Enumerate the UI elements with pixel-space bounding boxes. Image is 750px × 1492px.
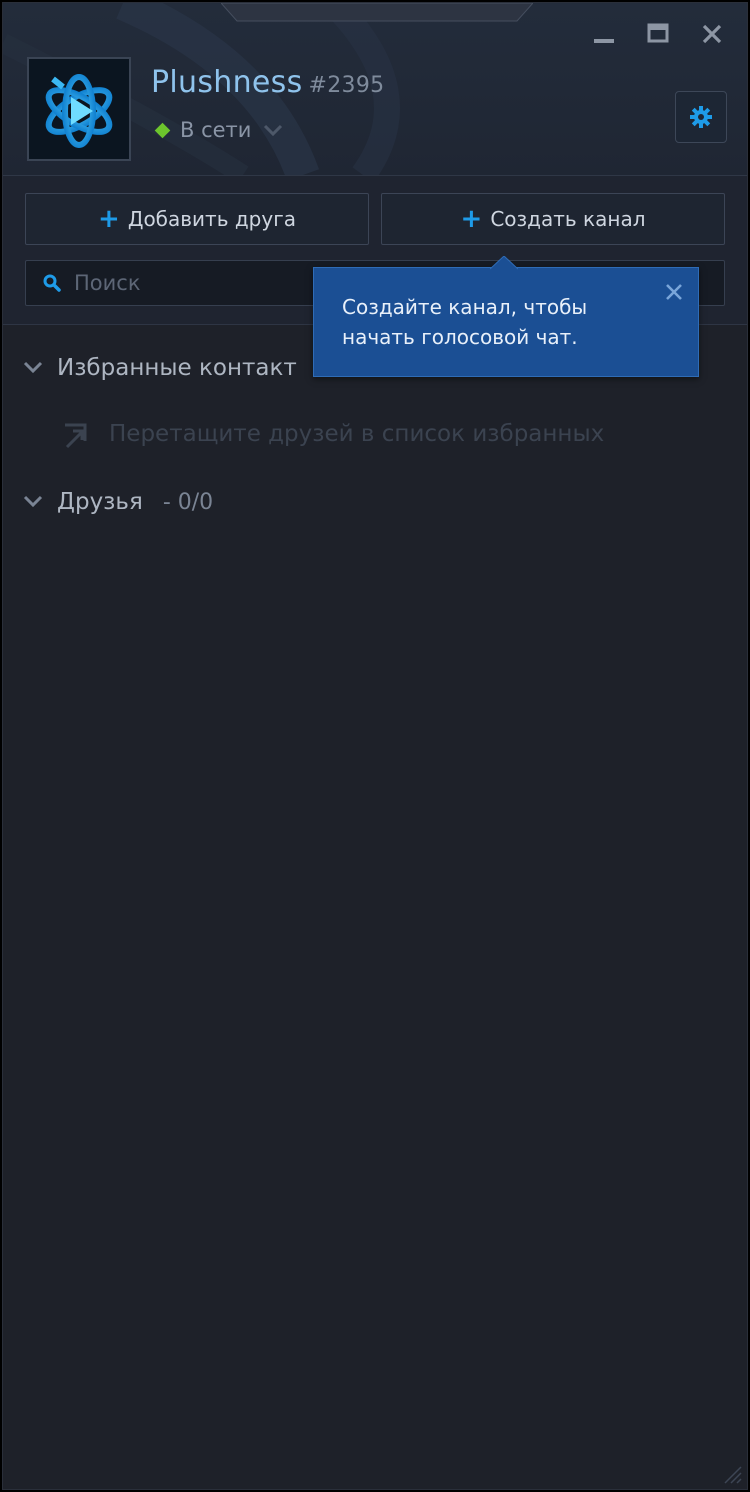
maximize-icon [647,23,669,43]
chevron-down-icon [264,124,283,136]
battletag-number: #2395 [308,73,385,98]
add-friend-label: Добавить друга [127,207,296,231]
close-icon [666,284,682,300]
avatar[interactable] [27,57,131,161]
chevron-down-icon [23,361,43,375]
battlenet-logo-icon [45,74,113,148]
add-friend-button[interactable]: + Добавить друга [25,193,369,245]
settings-button[interactable] [675,91,727,143]
minimize-icon [594,39,614,43]
tooltip-close-button[interactable] [662,280,686,304]
plus-icon: + [460,204,483,234]
title-notch [221,3,533,22]
resize-grip-icon[interactable] [717,1459,743,1485]
favorites-empty-text: Перетащите друзей в список избранных [109,421,605,447]
drag-to-favorites-icon [63,419,95,449]
online-status-icon [154,122,171,138]
tooltip-arrow [490,256,518,270]
chevron-down-icon [23,495,43,509]
plus-icon: + [98,204,120,234]
search-icon [42,273,62,293]
favorites-title: Избранные контакт [57,355,297,381]
status-label: В сети [180,118,252,142]
close-icon [702,24,722,44]
status-dropdown[interactable]: В сети [153,118,283,142]
friends-count: - 0/0 [162,489,214,515]
username-name: Plushness [151,65,303,100]
window-controls [587,17,729,51]
create-channel-label: Создать канал [490,207,646,231]
username: Plushness #2395 [151,65,384,100]
create-channel-tooltip: Создайте канал, чтобы начать голосовой ч… [313,256,699,377]
gear-icon [690,106,712,128]
friends-window: Plushness #2395 В сети + Добавить друга … [2,2,748,1490]
create-channel-button[interactable]: + Создать канал [381,193,725,245]
favorites-empty-hint: Перетащите друзей в список избранных [63,419,604,449]
maximize-button[interactable] [641,17,675,51]
minimize-button[interactable] [587,17,621,51]
tooltip-text: Создайте канал, чтобы начать голосовой ч… [342,295,588,349]
favorites-section-header[interactable]: Избранные контакт [23,355,297,381]
friends-section-header[interactable]: Друзья - 0/0 [23,489,213,515]
profile-header: Plushness #2395 В сети [3,3,747,175]
friends-title: Друзья [57,489,143,515]
close-button[interactable] [695,17,729,51]
